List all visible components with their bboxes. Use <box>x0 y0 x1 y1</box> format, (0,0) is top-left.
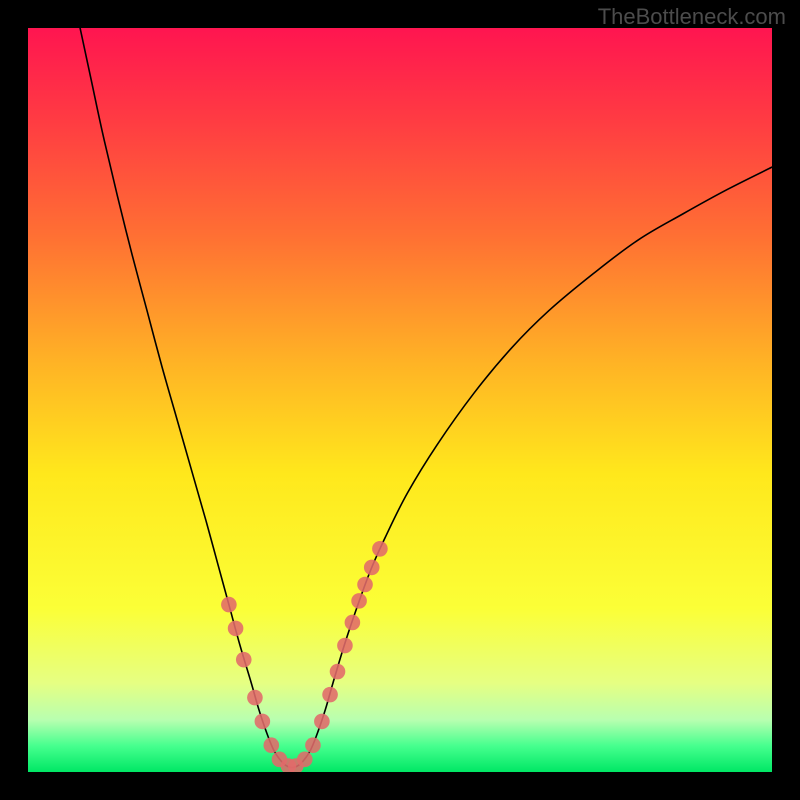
chart-frame: TheBottleneck.com <box>0 0 800 800</box>
chart-svg <box>28 28 772 772</box>
marker-dot <box>322 687 338 703</box>
marker-dot <box>337 638 353 654</box>
marker-dot <box>236 652 252 668</box>
marker-dot <box>364 560 380 576</box>
marker-dot <box>372 541 388 557</box>
marker-dot <box>247 690 263 706</box>
marker-dot <box>263 737 279 753</box>
marker-dot <box>221 597 237 613</box>
marker-dot <box>351 593 367 609</box>
plot-area <box>28 28 772 772</box>
marker-dot <box>228 621 244 637</box>
marker-dot <box>314 714 330 730</box>
marker-dot <box>305 737 321 753</box>
marker-dot <box>357 577 373 593</box>
gradient-background <box>28 28 772 772</box>
marker-dot <box>297 752 313 768</box>
marker-dot <box>330 664 346 680</box>
watermark-text: TheBottleneck.com <box>598 4 786 30</box>
marker-dot <box>255 714 271 730</box>
marker-dot <box>345 615 361 631</box>
